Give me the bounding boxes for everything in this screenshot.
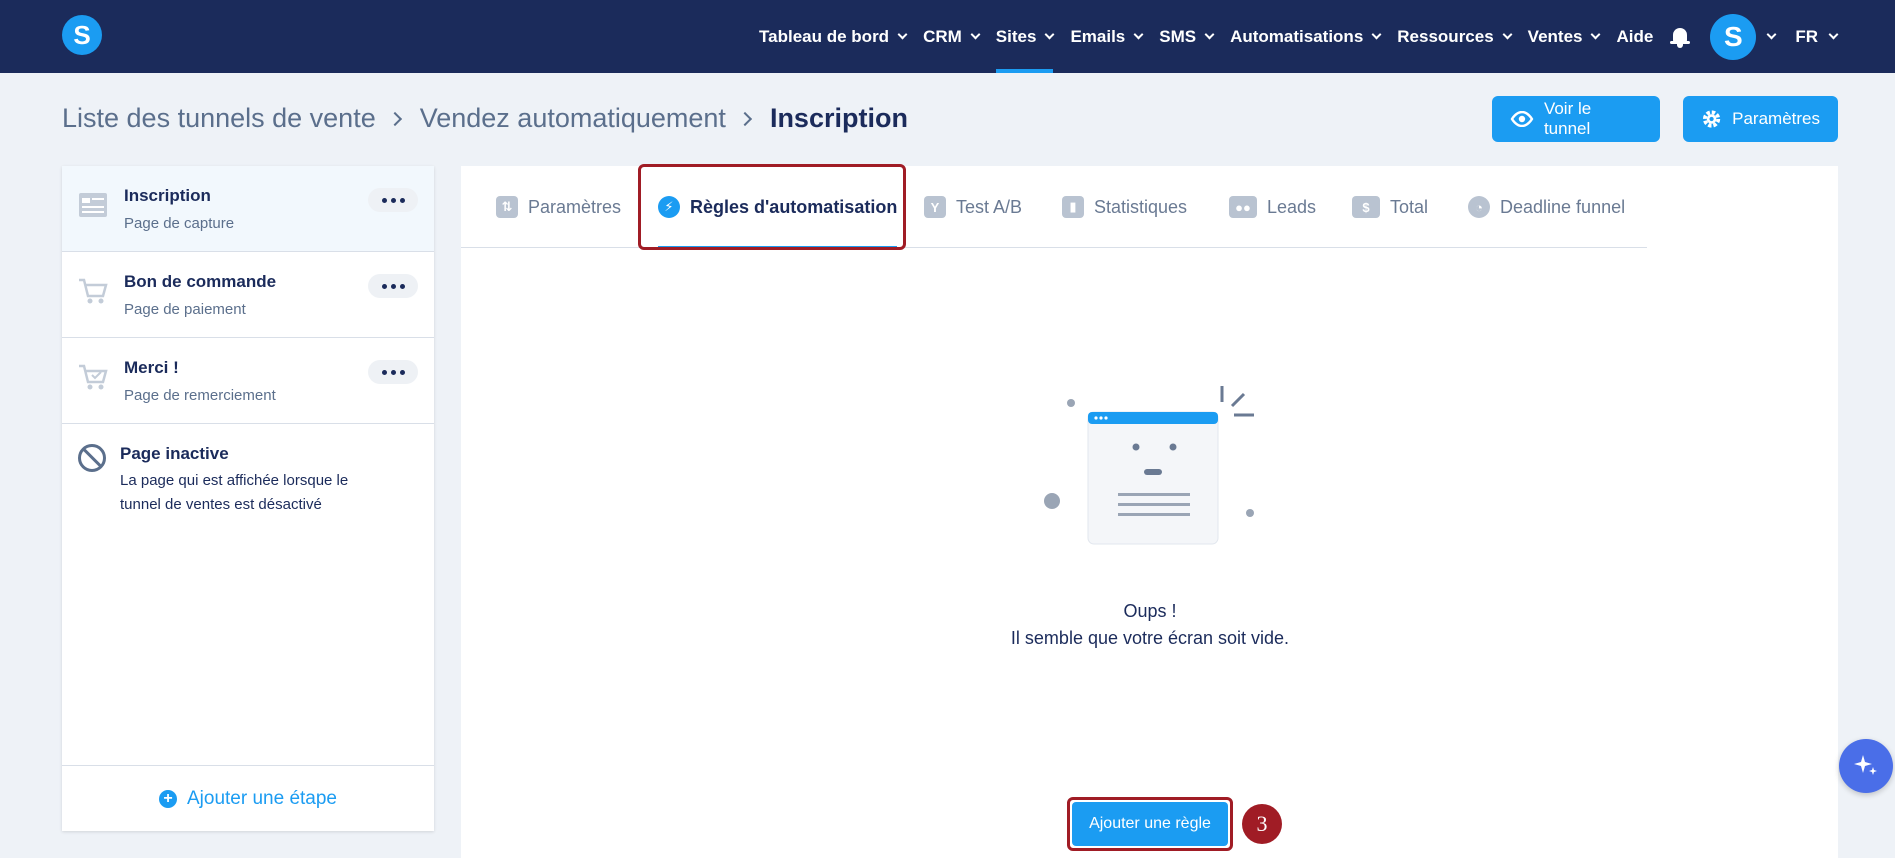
nav-item-ressources[interactable]: Ressources: [1397, 0, 1513, 73]
eye-icon: [1510, 111, 1534, 127]
user-menu[interactable]: S: [1710, 13, 1777, 60]
tab-parametres[interactable]: ⇅ Paramètres: [496, 166, 621, 248]
add-step-label: Ajouter une étape: [186, 787, 337, 809]
step-item-merci[interactable]: Merci ! Page de remerciement: [62, 338, 434, 424]
tab-label: Paramètres: [528, 196, 622, 217]
tab-test-ab[interactable]: Y Test A/B: [924, 166, 1022, 248]
settings-button[interactable]: Paramètres: [1683, 96, 1838, 142]
tab-deadline-funnel[interactable]: ◔ Deadline funnel: [1468, 166, 1625, 248]
language-selector[interactable]: FR: [1795, 26, 1839, 47]
tab-label: Leads: [1267, 196, 1317, 217]
nav-item-label: Ventes: [1527, 26, 1583, 46]
nav-item-label: SMS: [1159, 26, 1197, 46]
breadcrumb: Liste des tunnels de vente Vendez automa…: [62, 103, 908, 134]
cart-check-icon: [79, 364, 108, 390]
sliders-icon: ⇅: [496, 196, 518, 218]
nav-item-label: Automatisations: [1230, 26, 1364, 46]
chevron-right-icon: [387, 111, 402, 126]
nav-item-aide[interactable]: Aide: [1616, 0, 1653, 73]
chevron-down-icon: [1766, 29, 1777, 40]
cart-icon: [79, 278, 108, 304]
top-navbar: S Tableau de bord CRM Sites Emails SMS A…: [0, 0, 1895, 73]
chevron-down-icon: [1591, 29, 1601, 40]
tab-statistiques[interactable]: ▮ Statistiques: [1062, 166, 1187, 248]
step-item-inscription[interactable]: Inscription Page de capture: [62, 166, 434, 252]
tab-label: Total: [1390, 196, 1429, 217]
inactive-page-item[interactable]: Page inactive La page qui est affichée l…: [62, 424, 434, 517]
step-subtitle: Page de capture: [124, 215, 235, 232]
tab-regles-automatisation[interactable]: ⚡ Règles d'automatisation: [658, 166, 898, 249]
chevron-down-icon: [1828, 29, 1839, 40]
ai-assistant-button[interactable]: [1839, 739, 1893, 793]
chevron-down-icon: [897, 29, 908, 40]
chevron-down-icon: [1204, 29, 1215, 40]
sparkles-icon: [1854, 755, 1877, 775]
ban-icon: [78, 444, 106, 472]
bar-chart-icon: ▮: [1062, 196, 1084, 218]
tab-total[interactable]: $ Total: [1352, 166, 1428, 248]
plus-circle-icon: +: [158, 789, 177, 808]
nav-item-label: Ressources: [1397, 26, 1494, 46]
nav-item-sms[interactable]: SMS: [1159, 0, 1215, 73]
nav-item-sites[interactable]: Sites: [995, 0, 1055, 73]
split-icon: Y: [924, 196, 946, 218]
more-options-icon[interactable]: [368, 360, 418, 384]
more-options-icon[interactable]: [368, 274, 418, 298]
empty-state-illustration: [1044, 386, 1254, 545]
inactive-page-description: La page qui est affichée lorsque le tunn…: [120, 472, 349, 513]
add-rule-button[interactable]: Ajouter une règle: [1072, 802, 1228, 846]
tab-label: Test A/B: [956, 196, 1023, 217]
step-item-bon-de-commande[interactable]: Bon de commande Page de paiement: [62, 252, 434, 338]
app-logo[interactable]: S: [62, 15, 102, 55]
nav-item-emails[interactable]: Emails: [1070, 0, 1144, 73]
nav-item-label: Aide: [1616, 26, 1654, 46]
nav-item-label: Tableau de bord: [759, 26, 890, 46]
nav-item-label: Emails: [1070, 26, 1126, 46]
annotation-step-badge: 3: [1242, 804, 1282, 844]
bell-icon[interactable]: [1670, 26, 1691, 48]
breadcrumb-item-current: Inscription: [769, 103, 908, 133]
chevron-down-icon: [1044, 29, 1055, 40]
view-funnel-button[interactable]: Voir le tunnel: [1492, 96, 1660, 142]
step-subtitle: Page de paiement: [124, 301, 246, 318]
nav-item-tableau-de-bord[interactable]: Tableau de bord: [759, 0, 908, 73]
chevron-down-icon: [1502, 29, 1513, 40]
chevron-down-icon: [1133, 29, 1144, 40]
nav-item-label: CRM: [923, 26, 962, 46]
users-icon: ●●: [1229, 196, 1257, 218]
empty-state-text: Il semble que votre écran soit vide.: [1010, 628, 1290, 648]
gear-icon: [1702, 110, 1721, 128]
form-page-icon: [79, 193, 107, 217]
funnel-steps-sidebar: Inscription Page de capture Bon de comma…: [62, 166, 434, 831]
nav-item-automatisations[interactable]: Automatisations: [1230, 0, 1382, 73]
chevron-down-icon: [1371, 29, 1382, 40]
chevron-down-icon: [970, 29, 981, 40]
clock-icon: ◔: [1468, 196, 1490, 218]
nav-item-ventes[interactable]: Ventes: [1527, 0, 1601, 73]
tab-label: Statistiques: [1094, 196, 1188, 217]
nav-item-label: Sites: [995, 26, 1037, 46]
more-options-icon[interactable]: [368, 188, 418, 212]
step-subtitle: Page de remerciement: [124, 387, 276, 404]
nav-menu: Tableau de bord CRM Sites Emails SMS Aut…: [759, 0, 1895, 73]
settings-label: Paramètres: [1732, 109, 1820, 128]
tab-bar: ⇅ Paramètres ⚡ Règles d'automatisation Y…: [461, 166, 1647, 249]
add-step-button[interactable]: + Ajouter une étape: [62, 765, 434, 831]
nav-item-crm[interactable]: CRM: [923, 0, 981, 73]
language-label: FR: [1795, 26, 1818, 46]
tab-label: Deadline funnel: [1500, 196, 1626, 217]
empty-state-message: Oups ! Il semble que votre écran soit vi…: [960, 598, 1340, 652]
bolt-icon: ⚡: [658, 196, 680, 218]
breadcrumb-item-funnels[interactable]: Liste des tunnels de vente: [62, 103, 376, 134]
view-funnel-label: Voir le tunnel: [1543, 99, 1592, 138]
avatar: S: [1710, 13, 1757, 60]
tab-leads[interactable]: ●● Leads: [1229, 166, 1316, 248]
dollar-icon: $: [1352, 196, 1380, 218]
breadcrumb-item-funnel[interactable]: Vendez automatiquement: [420, 103, 726, 134]
chevron-right-icon: [737, 111, 753, 126]
inactive-page-title: Page inactive: [120, 444, 229, 463]
empty-state-title: Oups !: [1123, 601, 1177, 621]
tab-label: Règles d'automatisation: [690, 196, 898, 217]
